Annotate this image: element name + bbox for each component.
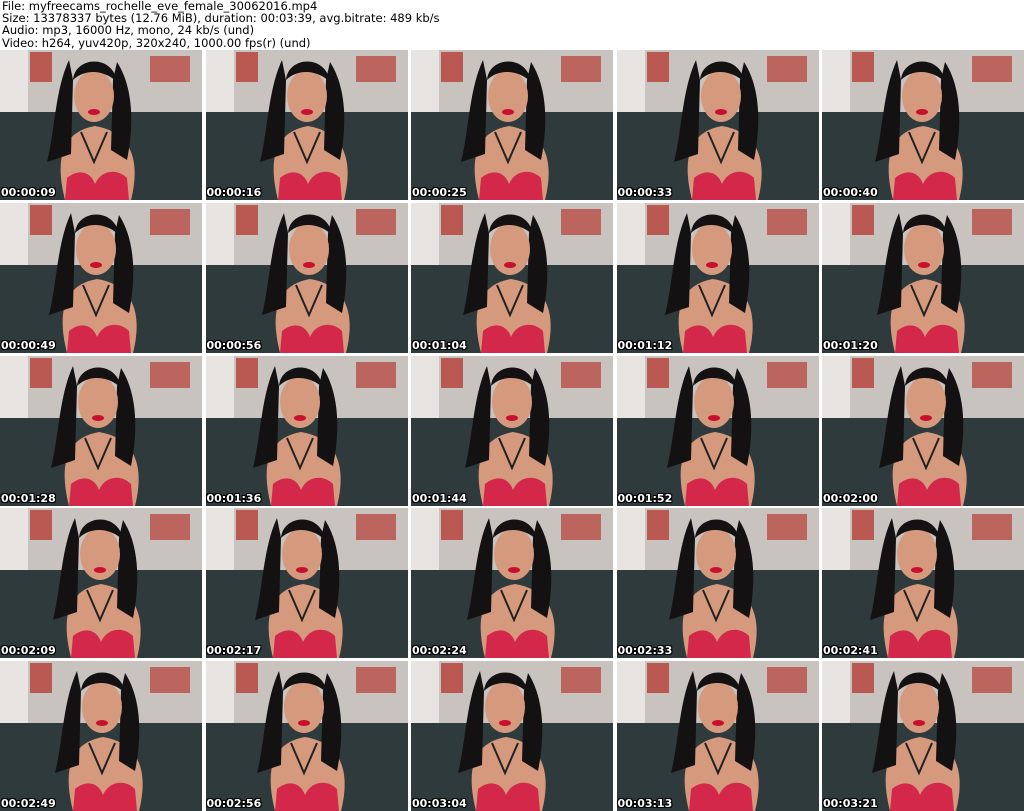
- video-frame-thumbnail: 00:00:25: [411, 50, 613, 200]
- frame-image: [205, 661, 408, 811]
- frame-image: [411, 661, 613, 811]
- frame-image: [616, 508, 819, 659]
- frame-image: [822, 355, 1024, 506]
- frame-timestamp: 00:02:49: [1, 797, 56, 810]
- frame-timestamp: 00:02:41: [823, 644, 878, 658]
- frame-image: [411, 508, 613, 659]
- frame-timestamp: 00:02:09: [1, 644, 56, 658]
- video-frame-thumbnail: 00:03:04: [411, 661, 613, 811]
- frame-image: [411, 355, 613, 506]
- video-frame-thumbnail: 00:02:41: [822, 508, 1024, 659]
- video-frame-thumbnail: 00:02:00: [822, 355, 1024, 506]
- video-frame-thumbnail: 00:01:04: [411, 202, 613, 353]
- frame-image: [205, 202, 408, 353]
- frame-timestamp: 00:02:17: [206, 644, 262, 658]
- frame-image: [205, 50, 408, 200]
- frame-timestamp: 00:00:49: [1, 338, 56, 352]
- video-frame-thumbnail: 00:03:21: [822, 661, 1024, 811]
- frame-image: [0, 661, 202, 811]
- frame-image: [0, 508, 202, 659]
- frame-timestamp: 00:01:12: [617, 338, 673, 352]
- frame-image: [616, 661, 819, 811]
- frame-image: [616, 355, 819, 506]
- frame-timestamp: 00:02:33: [617, 644, 673, 658]
- frame-timestamp: 00:02:56: [206, 797, 262, 810]
- frame-image: [411, 202, 613, 353]
- frame-timestamp: 00:03:13: [617, 797, 673, 810]
- frame-timestamp: 00:00:16: [206, 186, 262, 199]
- frame-image: [822, 50, 1024, 200]
- video-frame-thumbnail: 00:00:16: [205, 50, 408, 200]
- video-frame-thumbnail: 00:02:49: [0, 661, 202, 811]
- video-frame-thumbnail: 00:00:49: [0, 202, 202, 353]
- frame-timestamp: 00:01:28: [1, 491, 56, 505]
- frame-timestamp: 00:03:04: [412, 797, 467, 810]
- frame-timestamp: 00:01:36: [206, 491, 262, 505]
- frame-image: [411, 50, 613, 200]
- frame-image: [0, 355, 202, 506]
- video-frame-thumbnail: 00:00:33: [616, 50, 819, 200]
- video-info-line: Video: h264, yuv420p, 320x240, 1000.00 f…: [2, 35, 311, 50]
- frame-image: [822, 661, 1024, 811]
- frame-timestamp: 00:03:21: [823, 797, 878, 810]
- frame-image: [0, 202, 202, 353]
- video-frame-thumbnail: 00:02:09: [0, 508, 202, 659]
- thumbnail-grid: 00:00:09 00:00:16 00:00:25 00:00:33 00:00:40…: [0, 50, 1024, 811]
- video-frame-thumbnail: 00:03:13: [616, 661, 819, 811]
- video-frame-thumbnail: 00:01:12: [616, 202, 819, 353]
- frame-image: [205, 508, 408, 659]
- frame-image: [822, 508, 1024, 659]
- video-frame-thumbnail: 00:00:09: [0, 50, 202, 200]
- video-frame-thumbnail: 00:01:44: [411, 355, 613, 506]
- video-frame-thumbnail: 00:02:17: [205, 508, 408, 659]
- file-info-header: File: myfreecams_rochelle_eve_female_300…: [2, 0, 1022, 50]
- video-frame-thumbnail: 00:02:56: [205, 661, 408, 811]
- video-frame-thumbnail: 00:00:40: [822, 50, 1024, 200]
- frame-timestamp: 00:00:25: [412, 186, 467, 199]
- video-frame-thumbnail: 00:01:52: [616, 355, 819, 506]
- frame-timestamp: 00:00:56: [206, 338, 262, 352]
- frame-timestamp: 00:01:44: [412, 491, 467, 505]
- frame-timestamp: 00:01:04: [412, 338, 467, 352]
- video-frame-thumbnail: 00:01:28: [0, 355, 202, 506]
- video-frame-thumbnail: 00:02:24: [411, 508, 613, 659]
- frame-timestamp: 00:02:00: [823, 491, 878, 505]
- video-frame-thumbnail: 00:01:20: [822, 202, 1024, 353]
- frame-timestamp: 00:00:33: [617, 186, 673, 199]
- frame-image: [616, 202, 819, 353]
- audio-info-line: Audio: mp3, 16000 Hz, mono, 24 kb/s (und…: [2, 23, 255, 38]
- frame-timestamp: 00:01:20: [823, 338, 878, 352]
- frame-timestamp: 00:00:09: [1, 186, 56, 199]
- frame-timestamp: 00:00:40: [823, 186, 878, 199]
- frame-image: [616, 50, 819, 200]
- frame-timestamp: 00:02:24: [412, 644, 467, 658]
- frame-image: [0, 50, 202, 200]
- video-frame-thumbnail: 00:00:56: [205, 202, 408, 353]
- frame-image: [205, 355, 408, 506]
- frame-timestamp: 00:01:52: [617, 491, 673, 505]
- video-frame-thumbnail: 00:01:36: [205, 355, 408, 506]
- video-frame-thumbnail: 00:02:33: [616, 508, 819, 659]
- frame-image: [822, 202, 1024, 353]
